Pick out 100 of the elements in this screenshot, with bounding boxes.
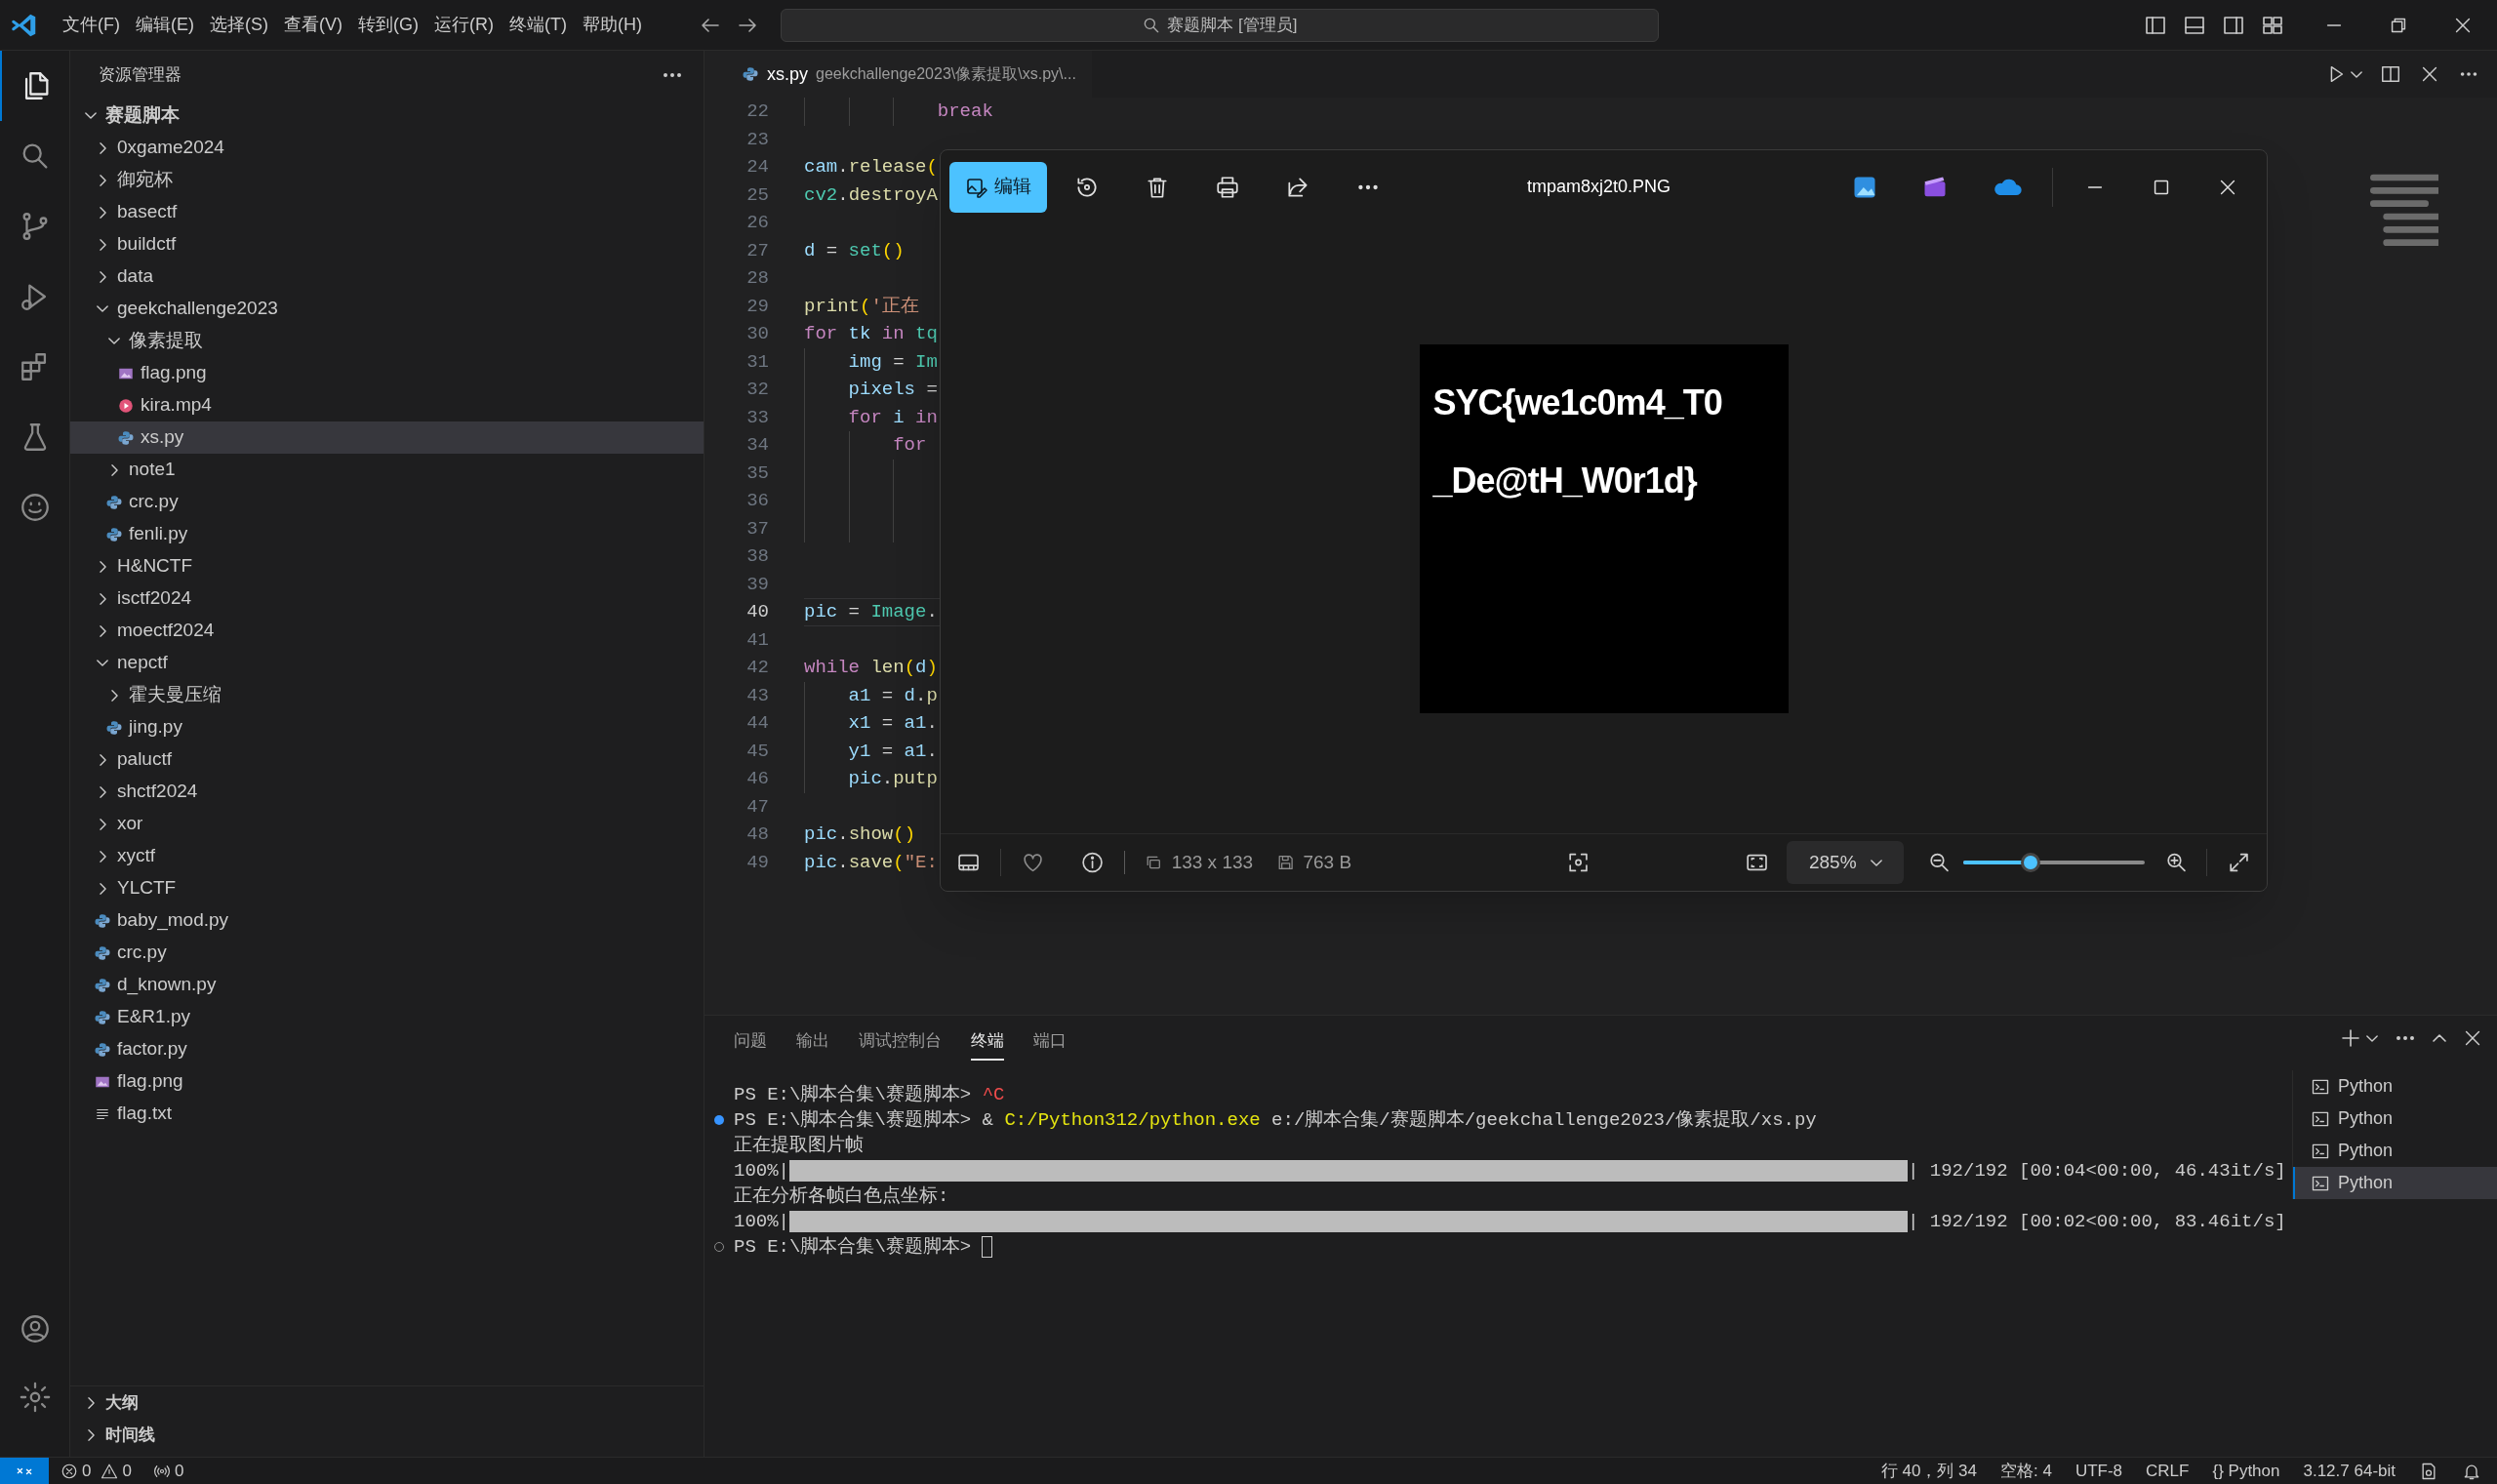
- code-line: cam.release(: [804, 155, 938, 180]
- python-file-icon: [94, 911, 111, 930]
- line-number: 40: [745, 600, 769, 624]
- code-line: pixels =: [848, 378, 939, 402]
- tree-item[interactable]: flag.png: [70, 1065, 704, 1098]
- tree-item[interactable]: isctf2024: [70, 582, 704, 615]
- chevron-right-icon: [87, 1396, 95, 1409]
- progress-label: 100%|: [734, 1158, 789, 1183]
- print-icon[interactable]: [1215, 174, 1240, 200]
- panel-tab[interactable]: 终端: [971, 1027, 1004, 1061]
- panel-tab[interactable]: 输出: [796, 1027, 829, 1061]
- tree-item[interactable]: xs.py: [70, 421, 704, 454]
- tree-item[interactable]: flag.txt: [70, 1098, 704, 1130]
- dropdown-icon[interactable]: [2351, 70, 2362, 78]
- tree-item[interactable]: jing.py: [70, 711, 704, 743]
- tree-item[interactable]: 像素提取: [70, 325, 704, 357]
- panel-tab[interactable]: 端口: [1033, 1027, 1067, 1061]
- terminal-list-item[interactable]: Python: [2293, 1135, 2497, 1167]
- menu-item[interactable]: 查看(V): [276, 6, 350, 44]
- zoom-slider[interactable]: [1963, 852, 2145, 873]
- python-file-icon: [94, 1008, 111, 1026]
- tree-item[interactable]: buildctf: [70, 228, 704, 261]
- terminal-line: 正在分析各帧白色点坐标:: [734, 1183, 949, 1209]
- status-item[interactable]: 3.12.7 64-bit: [2303, 1458, 2396, 1484]
- code-line: for i in: [848, 405, 938, 430]
- code-line: for tk in tq: [804, 322, 938, 346]
- tree-item[interactable]: factor.py: [70, 1033, 704, 1065]
- terminal-line: 正在提取图片帧: [734, 1133, 864, 1158]
- info-icon[interactable]: [1080, 850, 1106, 875]
- menu-item[interactable]: 终端(T): [502, 6, 575, 44]
- section-header[interactable]: 大纲: [70, 1386, 704, 1419]
- panel-tab[interactable]: 调试控制台: [859, 1027, 942, 1061]
- status-item[interactable]: CRLF: [2146, 1458, 2190, 1484]
- tree-item[interactable]: paluctf: [70, 743, 704, 776]
- tree-item[interactable]: data: [70, 261, 704, 293]
- tree-item[interactable]: YLCTF: [70, 872, 704, 904]
- code-line: break: [937, 100, 993, 124]
- line-number: 41: [745, 627, 769, 653]
- code-line: while len(d): [804, 656, 938, 680]
- ports-status[interactable]: 0: [152, 1458, 184, 1484]
- chevron-right-icon: [99, 753, 106, 766]
- code-line: pic.show(): [804, 822, 916, 847]
- tree-item[interactable]: note1: [70, 454, 704, 486]
- tree-item[interactable]: geekchallenge2023: [70, 293, 704, 325]
- menu-item[interactable]: 帮助(H): [574, 6, 650, 44]
- tree-item[interactable]: baby_mod.py: [70, 904, 704, 937]
- settings-icon[interactable]: [18, 1381, 52, 1414]
- terminal-list-item[interactable]: Python: [2293, 1167, 2497, 1199]
- tree-item[interactable]: xyctf: [70, 840, 704, 872]
- chevron-right-icon: [99, 206, 106, 219]
- line-number: 48: [745, 822, 769, 847]
- status-item[interactable]: 空格: 4: [2000, 1458, 2052, 1484]
- search-field[interactable]: 赛题脚本 [管理员]: [780, 8, 1659, 42]
- tree-item[interactable]: crc.py: [70, 486, 704, 518]
- terminal-list-item[interactable]: Python: [2293, 1103, 2497, 1135]
- menu-item[interactable]: 运行(R): [426, 6, 502, 44]
- python-file-icon: [94, 943, 111, 962]
- tree-item[interactable]: E&R1.py: [70, 1001, 704, 1033]
- line-number: 31: [745, 349, 769, 375]
- status-item[interactable]: 行 40，列 34: [1880, 1458, 1977, 1484]
- chevron-right-icon: [99, 141, 106, 154]
- dropdown-icon[interactable]: [2366, 1034, 2378, 1042]
- tree-item[interactable]: 赛题脚本: [70, 100, 704, 132]
- tree-item[interactable]: fenli.py: [70, 518, 704, 550]
- panel-tab[interactable]: 问题: [734, 1027, 767, 1061]
- tree-item[interactable]: 御宛杯: [70, 164, 704, 196]
- new-terminal-icon[interactable]: [2339, 1026, 2362, 1050]
- tree-item[interactable]: basectf: [70, 196, 704, 228]
- problems-status[interactable]: 0 0: [60, 1458, 132, 1484]
- terminal-list-item[interactable]: Python: [2293, 1070, 2497, 1103]
- tree-item[interactable]: moectf2024: [70, 615, 704, 647]
- tree-item[interactable]: kira.mp4: [70, 389, 704, 421]
- tree-item[interactable]: d_known.py: [70, 969, 704, 1001]
- python-file-icon: [742, 65, 759, 83]
- chevron-right-icon: [99, 560, 106, 573]
- menu-item[interactable]: 编辑(E): [128, 6, 202, 44]
- tree-item[interactable]: 霍夫曼压缩: [70, 679, 704, 711]
- split-editor-icon[interactable]: [2380, 63, 2401, 85]
- edit-button[interactable]: 编辑: [949, 161, 1047, 213]
- status-item[interactable]: UTF-8: [2074, 1458, 2123, 1484]
- line-number: 22: [745, 100, 769, 124]
- menu-item[interactable]: 选择(S): [202, 6, 276, 44]
- tree-item[interactable]: flag.png: [70, 357, 704, 389]
- tree-item[interactable]: H&NCTF: [70, 550, 704, 582]
- status-item[interactable]: {} Python: [2212, 1458, 2280, 1484]
- maximize-panel-icon[interactable]: [2433, 1034, 2446, 1042]
- menu-item[interactable]: 转到(G): [350, 6, 426, 44]
- tree-item[interactable]: shctf2024: [70, 776, 704, 808]
- tree-item[interactable]: xor: [70, 808, 704, 840]
- menu-item[interactable]: 文件(F): [55, 6, 128, 44]
- tree-item[interactable]: 0xgame2024: [70, 132, 704, 164]
- progress-label: 100%|: [734, 1209, 789, 1234]
- file-size: 763 B: [1303, 850, 1352, 874]
- line-number: 36: [745, 489, 769, 513]
- tree-item[interactable]: crc.py: [70, 937, 704, 969]
- line-number: 38: [745, 544, 769, 569]
- section-header[interactable]: 时间线: [70, 1419, 704, 1451]
- tree-item[interactable]: nepctf: [70, 647, 704, 679]
- chevron-down-icon: [97, 305, 108, 312]
- zoom-dropdown[interactable]: 285%: [1787, 841, 1905, 884]
